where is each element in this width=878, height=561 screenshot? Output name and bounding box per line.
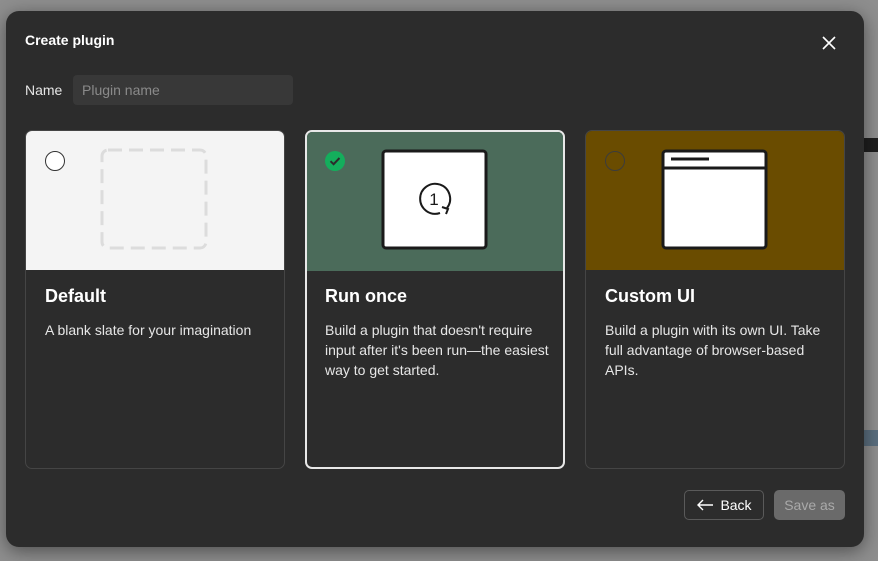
default-illustration: [26, 131, 284, 270]
option-heading: Custom UI: [605, 286, 695, 306]
back-button[interactable]: Back: [684, 490, 764, 520]
radio-custom-ui[interactable]: [605, 151, 625, 171]
custom-ui-illustration: [586, 131, 844, 270]
arrow-left-icon: [697, 499, 714, 511]
option-heading: Run once: [325, 286, 408, 306]
option-description: Build a plugin with its own UI. Take ful…: [605, 322, 821, 378]
background-window-edge: [864, 138, 878, 152]
plugin-name-input[interactable]: [73, 75, 293, 105]
option-heading: Default: [45, 286, 107, 306]
radio-default[interactable]: [45, 151, 65, 171]
back-button-label: Back: [720, 497, 752, 513]
create-plugin-dialog: Create plugin Name Default A blank slate…: [6, 11, 864, 547]
check-icon: [329, 157, 341, 166]
replay-icon: 1: [419, 182, 452, 215]
option-card-custom-ui[interactable]: Custom UI Build a plugin with its own UI…: [585, 130, 845, 469]
background-window-edge: [864, 430, 878, 446]
save-as-button[interactable]: Save as: [774, 490, 845, 520]
option-card-default[interactable]: Default A blank slate for your imaginati…: [25, 130, 285, 469]
close-icon: [822, 36, 836, 50]
replay-count: 1: [429, 190, 438, 209]
dialog-title: Create plugin: [25, 32, 115, 48]
save-as-button-label: Save as: [784, 497, 835, 513]
option-description: A blank slate for your imagination: [45, 322, 252, 338]
close-button[interactable]: [819, 33, 839, 53]
radio-run-once[interactable]: [325, 151, 345, 171]
option-card-run-once[interactable]: 1 Run once Build a plugin that doesn't r…: [305, 130, 565, 469]
option-description: Build a plugin that doesn't require inpu…: [325, 322, 549, 378]
name-label: Name: [25, 82, 63, 98]
